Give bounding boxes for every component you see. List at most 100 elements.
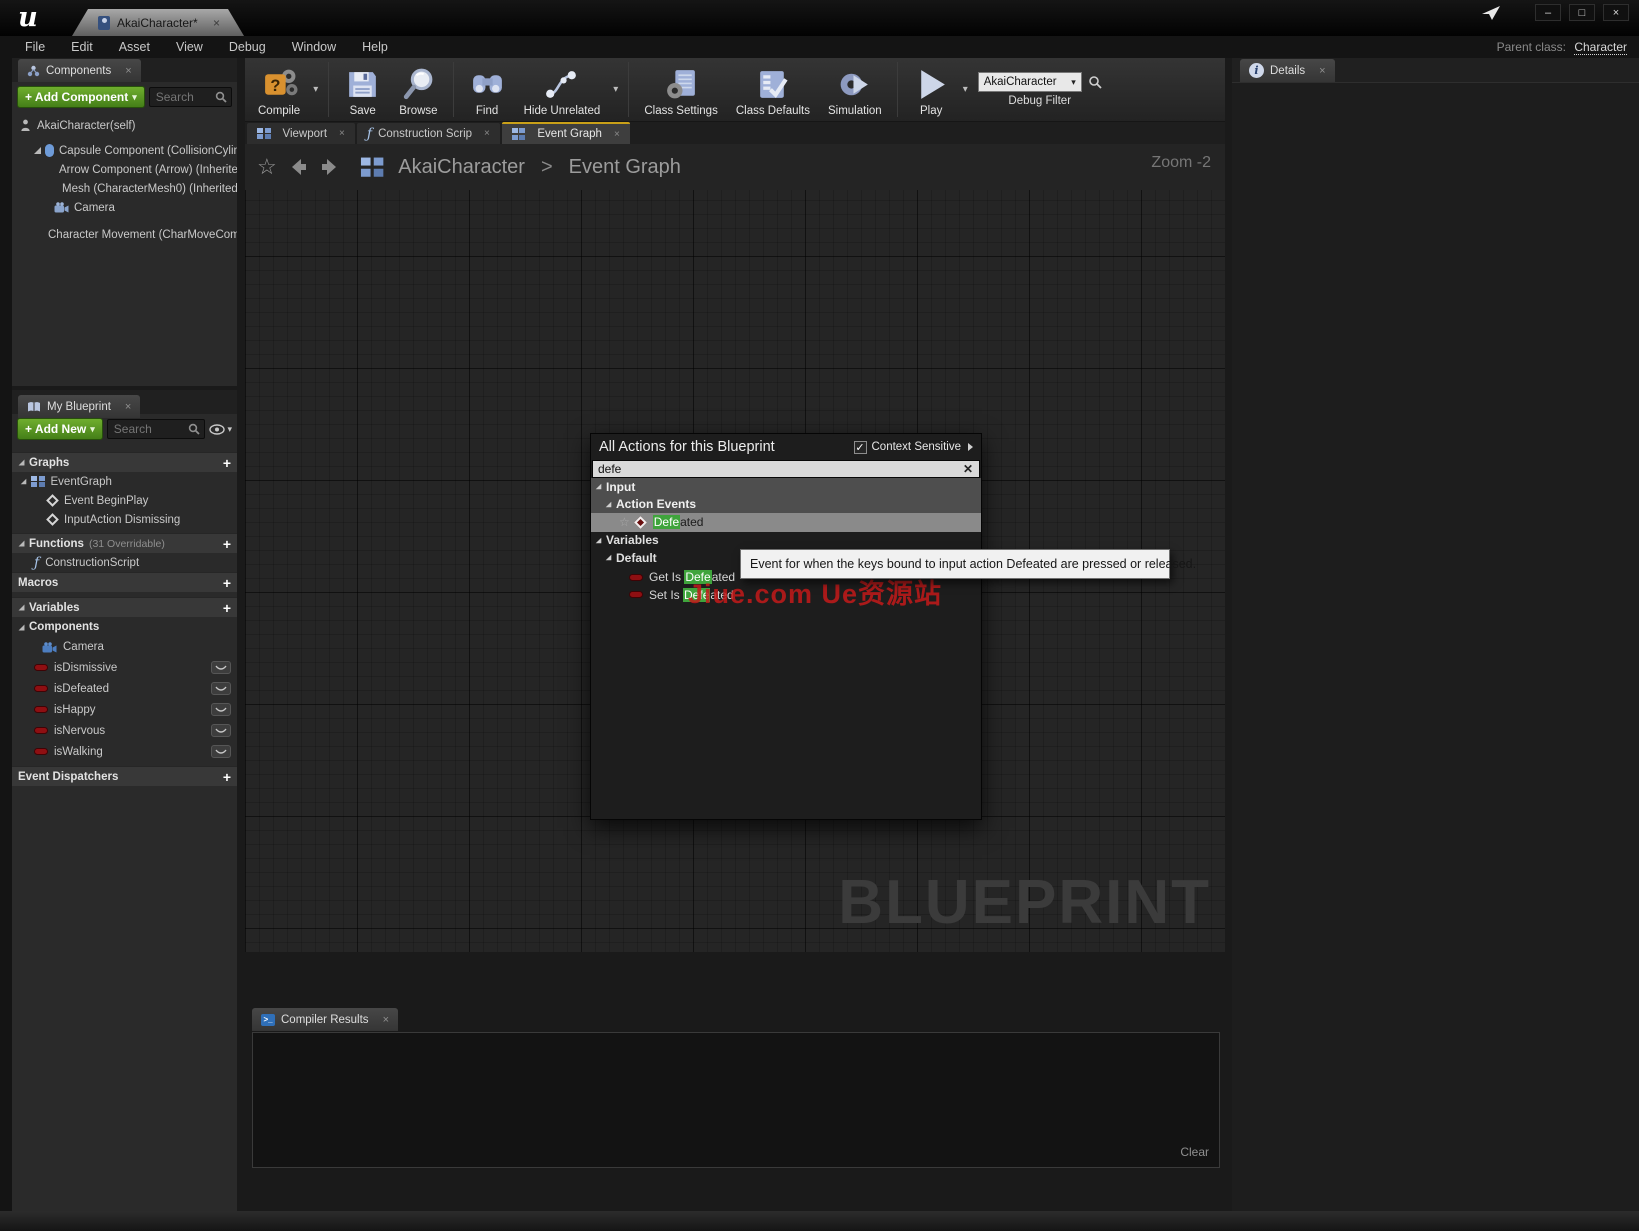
expand-arrow-icon[interactable] [19,624,25,630]
functions-section-header[interactable]: Functions (31 Overridable) + [12,533,237,553]
macros-section-header[interactable]: Macros + [12,572,237,592]
eventgraph-row[interactable]: EventGraph [12,472,237,491]
action-search-input[interactable] [593,462,957,476]
menu-view[interactable]: View [163,36,216,58]
tab-construction-script[interactable]: ƒ Construction Scrip × [357,123,500,144]
menu-edit[interactable]: Edit [58,36,106,58]
action-search[interactable]: ✕ [592,460,980,478]
debug-object-select[interactable]: AkaiCharacter ▾ [978,72,1082,92]
expand-arrow-icon[interactable] [34,147,41,154]
expand-arrow-icon[interactable] [19,541,25,547]
components-search[interactable] [149,87,232,107]
compiler-results-tab[interactable]: >_ Compiler Results × [252,1008,398,1031]
compiler-results-close-icon[interactable]: × [383,1014,389,1026]
compile-options-chevron-icon[interactable]: ▾ [309,84,322,95]
action-item-defeated[interactable]: ☆ Defeated [591,513,981,532]
variable-visibility-button[interactable] [211,661,231,674]
class-defaults-button[interactable]: Class Defaults [727,58,819,121]
send-icon[interactable] [1481,5,1501,21]
variable-row-camera[interactable]: Camera [12,637,237,657]
expand-arrow-icon[interactable] [596,537,602,543]
category-input[interactable]: Input [591,478,981,496]
simulation-button[interactable]: Simulation [819,58,891,121]
add-new-button[interactable]: + Add New ▾ [17,418,103,440]
components-search-input[interactable] [154,89,215,105]
my-blueprint-close-icon[interactable]: × [125,401,131,413]
menu-debug[interactable]: Debug [216,36,279,58]
my-blueprint-search[interactable] [107,419,206,439]
minimize-button[interactable]: – [1535,4,1561,21]
expand-arrow-icon[interactable] [21,479,27,485]
clear-search-icon[interactable]: ✕ [957,462,979,476]
browse-button[interactable]: Browse [390,58,446,121]
class-settings-button[interactable]: Class Settings [635,58,727,121]
debug-search-icon[interactable] [1088,75,1102,89]
variable-row-isdefeated[interactable]: isDefeated [12,678,237,699]
add-macro-button[interactable]: + [223,576,231,590]
document-tab-close-icon[interactable]: × [213,16,220,30]
details-close-icon[interactable]: × [1319,65,1325,77]
details-tab[interactable]: i Details × [1240,59,1335,82]
context-sensitive-toggle[interactable]: ✓ Context Sensitive [854,441,974,454]
find-button[interactable]: Find [460,58,515,121]
nav-back-button[interactable] [287,157,309,177]
chevron-right-icon[interactable] [968,443,973,451]
breadcrumb-current[interactable]: Event Graph [569,156,681,179]
add-variable-button[interactable]: + [223,601,231,615]
parent-class-link[interactable]: Character [1574,40,1627,55]
category-variables[interactable]: Variables [591,532,981,550]
variable-row-ishappy[interactable]: isHappy [12,699,237,720]
favorite-star-icon[interactable]: ☆ [257,154,277,180]
components-panel-close-icon[interactable]: × [125,65,131,77]
variable-visibility-button[interactable] [211,724,231,737]
category-action-events[interactable]: Action Events [591,496,981,514]
add-component-button[interactable]: + Add Component ▾ [17,86,145,108]
tree-row-arrow[interactable]: Arrow Component (Arrow) (Inherite [12,160,237,179]
add-function-button[interactable]: + [223,537,231,551]
breadcrumb-root[interactable]: AkaiCharacter [398,156,525,179]
variable-row-isnervous[interactable]: isNervous [12,720,237,741]
expand-arrow-icon[interactable] [19,460,25,466]
tree-row-charmovement[interactable]: Character Movement (CharMoveCom [12,225,237,244]
maximize-button[interactable]: □ [1569,4,1595,21]
expand-arrow-icon[interactable] [606,555,612,561]
play-button[interactable]: Play [904,58,959,121]
inputaction-dismissing-row[interactable]: InputAction Dismissing [12,510,237,529]
variable-visibility-button[interactable] [211,703,231,716]
tab-close-icon[interactable]: × [484,128,490,139]
graphs-section-header[interactable]: Graphs + [12,452,237,472]
menu-window[interactable]: Window [279,36,349,58]
save-button[interactable]: Save [335,58,390,121]
expand-arrow-icon[interactable] [606,501,612,507]
add-event-dispatcher-button[interactable]: + [223,770,231,784]
menu-asset[interactable]: Asset [106,36,163,58]
event-dispatchers-section-header[interactable]: Event Dispatchers + [12,766,237,786]
expand-arrow-icon[interactable] [596,484,602,490]
visibility-filter-button[interactable]: ▾ [209,424,232,435]
components-category-header[interactable]: Components [12,617,237,637]
hide-unrelated-button[interactable]: Hide Unrelated [515,58,610,121]
variable-row-isdismissive[interactable]: isDismissive [12,657,237,678]
clear-button[interactable]: Clear [1180,1145,1209,1159]
variable-row-iswalking[interactable]: isWalking [12,741,237,762]
variables-section-header[interactable]: Variables + [12,597,237,617]
my-blueprint-search-input[interactable] [112,421,189,437]
add-graph-button[interactable]: + [223,456,231,470]
nav-forward-button[interactable] [319,157,341,177]
variable-visibility-button[interactable] [211,745,231,758]
play-options-chevron-icon[interactable]: ▾ [959,84,972,95]
menu-file[interactable]: File [12,36,58,58]
expand-arrow-icon[interactable] [19,605,25,611]
event-beginplay-row[interactable]: Event BeginPlay [12,491,237,510]
tab-close-icon[interactable]: × [339,128,345,139]
tab-close-icon[interactable]: × [614,129,620,140]
compile-button[interactable]: ? Compile [249,58,309,121]
menu-help[interactable]: Help [349,36,401,58]
checkbox-checked-icon[interactable]: ✓ [854,441,867,454]
tree-row-mesh[interactable]: Mesh (CharacterMesh0) (Inherited) [12,179,237,198]
tree-row-camera[interactable]: Camera [12,198,237,217]
tab-event-graph[interactable]: Event Graph × [502,122,630,144]
tree-row-self[interactable]: AkaiCharacter(self) [12,116,237,135]
components-panel-tab[interactable]: Components × [18,59,141,82]
my-blueprint-tab[interactable]: My Blueprint × [18,395,140,418]
